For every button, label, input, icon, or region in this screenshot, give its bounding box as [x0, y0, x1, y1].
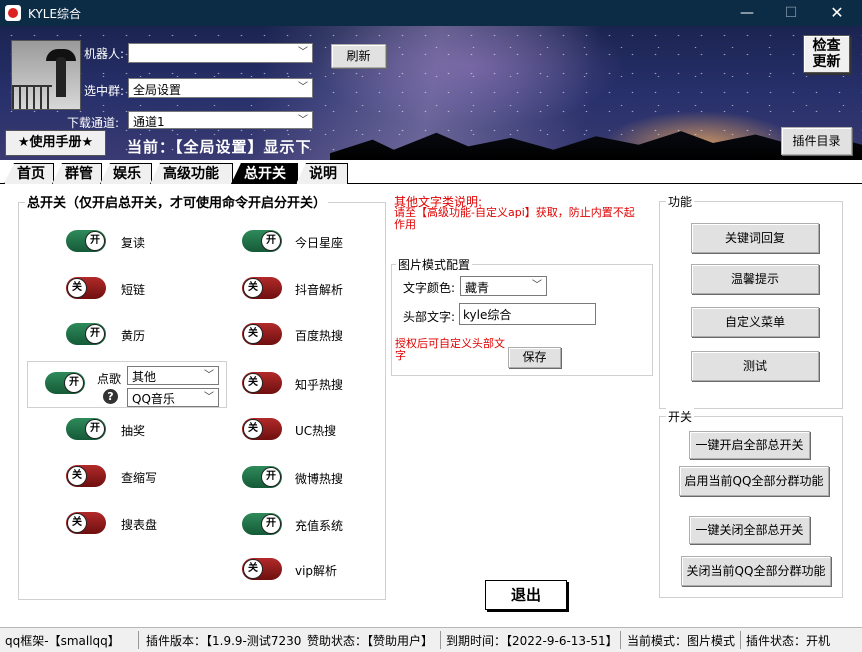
- toggle-label: vip解析: [295, 564, 338, 578]
- header-text-input[interactable]: kyle综合: [459, 303, 596, 325]
- toggle-almanac[interactable]: 开: [66, 323, 106, 345]
- chevron-down-icon: ﹀: [298, 82, 308, 93]
- chevron-down-icon: ﹀: [298, 115, 308, 126]
- chevron-down-icon: ﹀: [204, 392, 214, 403]
- toggle-label: 抖音解析: [295, 283, 344, 297]
- tab-bar: 首页 群管 娱乐 高级功能 总开关 说明: [0, 160, 862, 184]
- status-framework: qq框架-【smallqq】: [5, 634, 120, 648]
- tab-master-switch[interactable]: 总开关: [231, 163, 298, 184]
- window-title: KYLE综合: [28, 7, 82, 21]
- toggle-label: 点歌: [97, 372, 122, 386]
- toggle-label: 短链: [121, 283, 146, 297]
- status-mode: 当前模式：图片模式: [627, 634, 736, 648]
- toggle-label: 百度热搜: [295, 329, 344, 343]
- toggle-abbreviation[interactable]: 关: [66, 465, 106, 487]
- status-plugin-state: 插件状态：开机: [746, 634, 831, 648]
- channel-select[interactable]: 通道1 ﹀: [128, 111, 313, 129]
- group-select[interactable]: 全局设置 ﹀: [128, 78, 313, 98]
- status-bar: qq框架-【smallqq】 插件版本：【1.9.9-测试7230 赞助状态：【…: [0, 627, 862, 652]
- note-body: 请至【高级功能-自定义api】获取，防止内置不起作用: [394, 206, 635, 231]
- toggle-label: 充值系统: [295, 519, 344, 533]
- toggle-baidu-hot[interactable]: 关: [242, 323, 282, 345]
- status-sponsor: 赞助状态：【赞助用户】: [307, 634, 434, 648]
- custom-menu-button[interactable]: 自定义菜单: [691, 307, 819, 337]
- toggle-recharge[interactable]: 开: [242, 513, 282, 535]
- app-icon: [5, 5, 21, 21]
- toggle-label: 微博热搜: [295, 472, 344, 486]
- toggle-label: UC热搜: [295, 424, 337, 438]
- toggle-short-link[interactable]: 关: [66, 277, 106, 299]
- toggle-repeat[interactable]: 开: [66, 230, 106, 252]
- chevron-down-icon: ﹀: [204, 370, 214, 381]
- warm-tip-button[interactable]: 温馨提示: [691, 264, 819, 294]
- robot-select[interactable]: ﹀: [128, 43, 313, 63]
- close-icon[interactable]: ✕: [814, 0, 860, 26]
- toggle-zhihu-hot[interactable]: 关: [242, 372, 282, 394]
- disable-all-master-button[interactable]: 一键关闭全部总开关: [689, 516, 810, 544]
- tab-advanced[interactable]: 高级功能: [150, 163, 233, 184]
- status-expiry: 到期时间：【2022-9-6-13-51】: [446, 634, 618, 648]
- tab-home[interactable]: 首页: [4, 163, 54, 184]
- toggle-label: 黄历: [121, 329, 146, 343]
- toggle-douyin-parse[interactable]: 关: [242, 277, 282, 299]
- header-text-label: 头部文字:: [403, 310, 456, 324]
- toggle-watch-face[interactable]: 关: [66, 512, 106, 534]
- maximize-icon[interactable]: ☐: [768, 0, 814, 26]
- toggle-horoscope[interactable]: 开: [242, 230, 282, 252]
- switch-panel-title: 开关: [666, 408, 695, 425]
- avatar: [11, 40, 81, 110]
- plugin-directory-button[interactable]: 插件目录: [781, 127, 852, 155]
- image-mode-title: 图片模式配置: [396, 256, 473, 273]
- tab-entertainment[interactable]: 娱乐: [100, 163, 152, 184]
- help-icon[interactable]: ?: [103, 389, 118, 404]
- toggle-label: 搜表盘: [121, 518, 158, 532]
- auth-note: 授权后可自定义头部文字: [395, 337, 505, 362]
- toggle-uc-hot[interactable]: 关: [242, 418, 282, 440]
- test-button[interactable]: 测试: [691, 351, 819, 381]
- channel-label: 下载通道:: [67, 116, 120, 130]
- main-panel: 总开关（仅开启总开关，才可使用命令开启分开关） 开 复读 关 短链 开 黄历 开…: [0, 184, 862, 627]
- save-button[interactable]: 保存: [508, 347, 561, 368]
- robot-label: 机器人:: [84, 47, 125, 61]
- chevron-down-icon: ﹀: [532, 280, 542, 291]
- toggle-vip-parse[interactable]: 关: [242, 558, 282, 580]
- exit-button[interactable]: 退出: [485, 580, 567, 610]
- toggle-lottery[interactable]: 开: [66, 418, 106, 440]
- song-source-select[interactable]: 其他 ﹀: [127, 366, 219, 385]
- minimize-icon[interactable]: —: [724, 0, 770, 26]
- disable-all-group-features-button[interactable]: 关闭当前QQ全部分群功能: [681, 556, 831, 586]
- enable-all-group-features-button[interactable]: 启用当前QQ全部分群功能: [679, 466, 829, 496]
- toggle-label: 抽奖: [121, 424, 146, 438]
- text-color-select[interactable]: 藏青 ﹀: [460, 276, 547, 296]
- toggle-song-request[interactable]: 开: [45, 372, 85, 394]
- current-scope-text: 当前：【全局设置】显示下: [127, 138, 312, 156]
- check-update-button[interactable]: 检查更新: [803, 35, 850, 73]
- tab-group-admin[interactable]: 群管: [52, 163, 102, 184]
- enable-all-master-button[interactable]: 一键开启全部总开关: [689, 431, 810, 459]
- master-switch-title: 总开关（仅开启总开关，才可使用命令开启分开关）: [25, 192, 329, 211]
- song-platform-select[interactable]: QQ音乐 ﹀: [127, 388, 219, 407]
- functions-title: 功能: [666, 193, 695, 210]
- toggle-label: 知乎热搜: [295, 378, 344, 392]
- toggle-label: 复读: [121, 236, 146, 250]
- toggle-label: 今日星座: [295, 236, 344, 250]
- chevron-down-icon: ﹀: [298, 47, 308, 58]
- title-bar: KYLE综合 — ☐ ✕: [0, 0, 862, 26]
- manual-button[interactable]: ★使用手册★: [5, 130, 106, 156]
- tab-help[interactable]: 说明: [296, 163, 348, 184]
- keyword-reply-button[interactable]: 关键词回复: [691, 223, 819, 253]
- refresh-button[interactable]: 刷新: [331, 44, 386, 68]
- status-plugin-version: 插件版本：【1.9.9-测试7230: [146, 634, 302, 648]
- toggle-weibo-hot[interactable]: 开: [242, 466, 282, 488]
- toggle-label: 查缩写: [121, 471, 158, 485]
- text-color-label: 文字颜色:: [403, 281, 456, 295]
- group-label: 选中群:: [84, 84, 125, 98]
